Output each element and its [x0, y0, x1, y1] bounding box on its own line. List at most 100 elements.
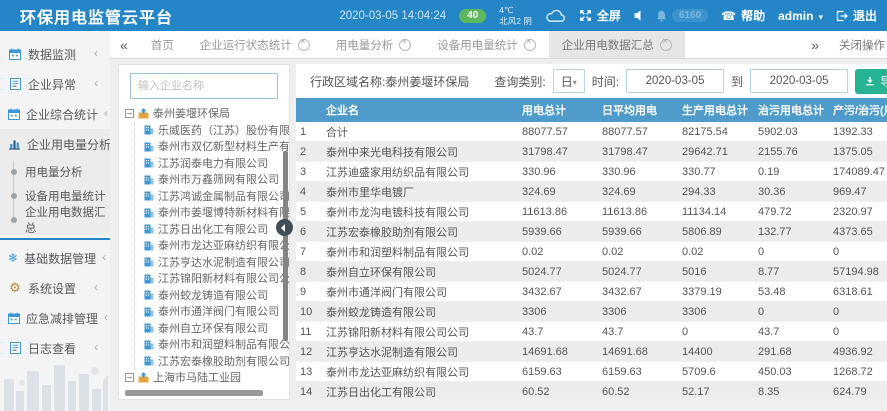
table-row[interactable]: 3江苏迪盛家用纺织品有限公司330.96330.96330.770.191740… [296, 162, 887, 182]
header-right-controls: 2020-03-05 14:04:24 40 4℃ 北风2 阴 全屏 [339, 5, 887, 26]
cell-value: 29642.71 [678, 142, 754, 162]
sidebar-item-label: 系统设置 [28, 280, 88, 297]
fullscreen-icon [579, 9, 592, 22]
table-row[interactable]: 12江苏亨达水泥制造有限公司14691.6814691.6814400291.6… [296, 342, 887, 362]
cell-value: 5806.89 [678, 222, 754, 242]
calendar-icon [8, 108, 20, 120]
fullscreen-button[interactable]: 全屏 [579, 7, 621, 24]
cell-value: 5939.66 [598, 222, 678, 242]
table-row[interactable]: 5泰州市龙沟电镀科技有限公司11613.8611613.8611134.1447… [296, 202, 887, 222]
table-row[interactable]: 2泰州中来光电科技有限公司31798.4731798.4729642.71215… [296, 142, 887, 162]
export-button[interactable]: 导出 [855, 69, 887, 94]
sidebar-item-power-analysis[interactable]: 企业用电量分析 [0, 129, 110, 159]
tab-企业运行状态统计[interactable]: 企业运行状态统计 [187, 31, 323, 58]
table-row[interactable]: 7泰州市和润塑料制品有限公司0.020.020.0200 [296, 242, 887, 262]
tree-company-node[interactable]: 泰州市万鑫筛网有限公司 [144, 171, 289, 188]
tree-company-node[interactable]: 泰州自立环保有限公司 [144, 320, 289, 337]
tree-company-node[interactable]: 江苏宏泰橡胶助剂有限公司 [144, 353, 289, 370]
tab-企业用电数据汇总[interactable]: 企业用电数据汇总 [549, 31, 685, 58]
chevron-left-icon [94, 50, 102, 58]
tree-vertical-scrollbar[interactable] [283, 151, 288, 341]
speaker-icon[interactable] [634, 10, 643, 21]
column-header: 生产用电总计 [678, 98, 754, 122]
table-row[interactable]: 13泰州市龙达亚麻纺织有限公司6159.636159.635709.6450.0… [296, 362, 887, 382]
temperature-text: 4℃ [499, 5, 513, 15]
logout-button[interactable]: 退出 [836, 7, 877, 24]
tree-company-label: 泰州市龙达亚麻纺织有限公司 [158, 237, 289, 253]
tab-close-icon[interactable] [399, 39, 411, 51]
cell-company-name: 江苏日出化工有限公司 [322, 382, 518, 399]
cell-value: 88077.57 [598, 122, 678, 142]
to-label: 到 [731, 73, 743, 90]
tab-close-icon[interactable] [298, 39, 310, 51]
cell-value: 14400 [678, 342, 754, 362]
query-type-select[interactable]: 日 [553, 69, 585, 93]
tab-close-icon[interactable] [660, 39, 672, 51]
tab-设备用电量统计[interactable]: 设备用电量统计 [424, 31, 549, 58]
gear-icon: ⚙ [8, 280, 22, 296]
tree-company-node[interactable]: 江苏润泰电力有限公司 [144, 155, 289, 172]
sidebar-subitem[interactable]: 企业用电数据汇总 [0, 208, 110, 232]
tree-company-node[interactable]: 江苏锦阳新材料有限公司公司 [144, 270, 289, 287]
tree-company-node[interactable]: 江苏亨达水泥制造有限公司 [144, 254, 289, 271]
cell-value: 2155.76 [754, 142, 829, 162]
sidebar-item-enterprise-abnormal[interactable]: 企业异常 [0, 69, 110, 99]
enterprise-search-input[interactable] [130, 73, 278, 99]
collapse-minus-icon[interactable] [125, 373, 134, 382]
sidebar-subitem[interactable]: 用电量分析 [0, 160, 110, 184]
tree-company-node[interactable]: 江苏鸿诚金属制品有限公司 [144, 188, 289, 205]
date-from-input[interactable] [626, 69, 724, 93]
tree-company-node[interactable]: 泰州市通洋阀门有限公司 [144, 303, 289, 320]
tab-首页[interactable]: 首页 [138, 31, 187, 58]
cell-value: 57194.98 [829, 262, 887, 282]
building-icon [144, 273, 154, 284]
tree-root-node-2[interactable]: 上海市马陆工业园 [125, 369, 289, 383]
tab-list: 首页企业运行状态统计用电量分析设备用电量统计企业用电数据汇总 [138, 31, 685, 58]
panel-collapse-button[interactable] [276, 219, 293, 236]
tabs-scroll-left-icon[interactable] [110, 38, 138, 52]
wind-sky-text: 北风2 阴 [499, 16, 532, 26]
cell-value: 53.48 [754, 282, 829, 302]
date-to-input[interactable] [750, 69, 848, 93]
tabs-scroll-right-icon[interactable] [801, 38, 829, 52]
tree-root-node[interactable]: 泰州姜堰环保局 [125, 105, 289, 122]
sidebar-item-enterprise-stats[interactable]: 企业综合统计 [0, 99, 110, 129]
doc-icon [8, 78, 22, 90]
table-row[interactable]: 4泰州市里华电镀厂324.69324.69294.3330.36969.47 [296, 182, 887, 202]
collapse-minus-icon[interactable] [125, 109, 134, 118]
tree-company-node[interactable]: 乐威医药（江苏）股份有限公司 [144, 122, 289, 139]
tree-company-node[interactable]: 江苏日出化工有限公司 [144, 221, 289, 238]
table-row[interactable]: 11江苏锦阳新材料有限公司公司43.743.7043.70 [296, 322, 887, 342]
cell-rownum: 14 [296, 382, 322, 399]
sidebar-item-emergency-reduction[interactable]: 应急减排管理 [0, 303, 110, 333]
table-row[interactable]: 10泰州蛟龙铸造有限公司33063306330600 [296, 302, 887, 322]
notification-area[interactable]: 6160 [656, 9, 708, 22]
tree-company-label: 泰州市双亿新型材料生产有限公司 [158, 138, 289, 154]
table-row[interactable]: 14江苏日出化工有限公司60.5260.5252.178.35624.79 [296, 382, 887, 399]
tree-company-node[interactable]: 泰州市龙达亚麻纺织有限公司 [144, 237, 289, 254]
tree-company-node[interactable]: 泰州市和润塑料制品有限公司 [144, 336, 289, 353]
table-row[interactable]: 6江苏宏泰橡胶助剂有限公司5939.665939.665806.89132.77… [296, 222, 887, 242]
tab-用电量分析[interactable]: 用电量分析 [323, 31, 425, 58]
tab-close-icon[interactable] [524, 39, 536, 51]
sidebar-item-system-settings[interactable]: ⚙ 系统设置 [0, 273, 110, 303]
tree-company-node[interactable]: 泰州市双亿新型材料生产有限公司 [144, 138, 289, 155]
cell-company-name: 泰州市和润塑料制品有限公司 [322, 242, 518, 262]
sidebar-item-log-view[interactable]: 日志查看 [0, 333, 110, 363]
tab-bar: 首页企业运行状态统计用电量分析设备用电量统计企业用电数据汇总 关闭操作 [110, 31, 887, 59]
tree-company-node[interactable]: 泰州蛟龙铸造有限公司 [144, 287, 289, 304]
user-menu[interactable]: admin [778, 9, 823, 23]
table-row[interactable]: 9泰州市通洋阀门有限公司3432.673432.673379.1953.4863… [296, 282, 887, 302]
sidebar-item-base-data[interactable]: ❄基础数据管理 [0, 243, 110, 273]
building-icon [144, 124, 154, 135]
cell-value: 5016 [678, 262, 754, 282]
tree-horizontal-scrollbar[interactable] [125, 390, 263, 396]
table-header-row: 企业名用电总计日平均用电生产用电总计治污用电总计产污/治污(用 [296, 98, 887, 122]
table-row[interactable]: 8泰州自立环保有限公司5024.775024.7750168.7757194.9… [296, 262, 887, 282]
sidebar-item-data-monitor[interactable]: 数据监测 [0, 39, 110, 69]
table-row[interactable]: 1合计88077.5788077.5782175.545902.031392.3… [296, 122, 887, 142]
close-operations[interactable]: 关闭操作 [801, 37, 887, 53]
tree-company-node[interactable]: 泰州市姜堰博特新材料有限公司 [144, 204, 289, 221]
help-button[interactable]: 帮助 [721, 7, 765, 24]
cell-value: 1392.33 [829, 122, 887, 142]
